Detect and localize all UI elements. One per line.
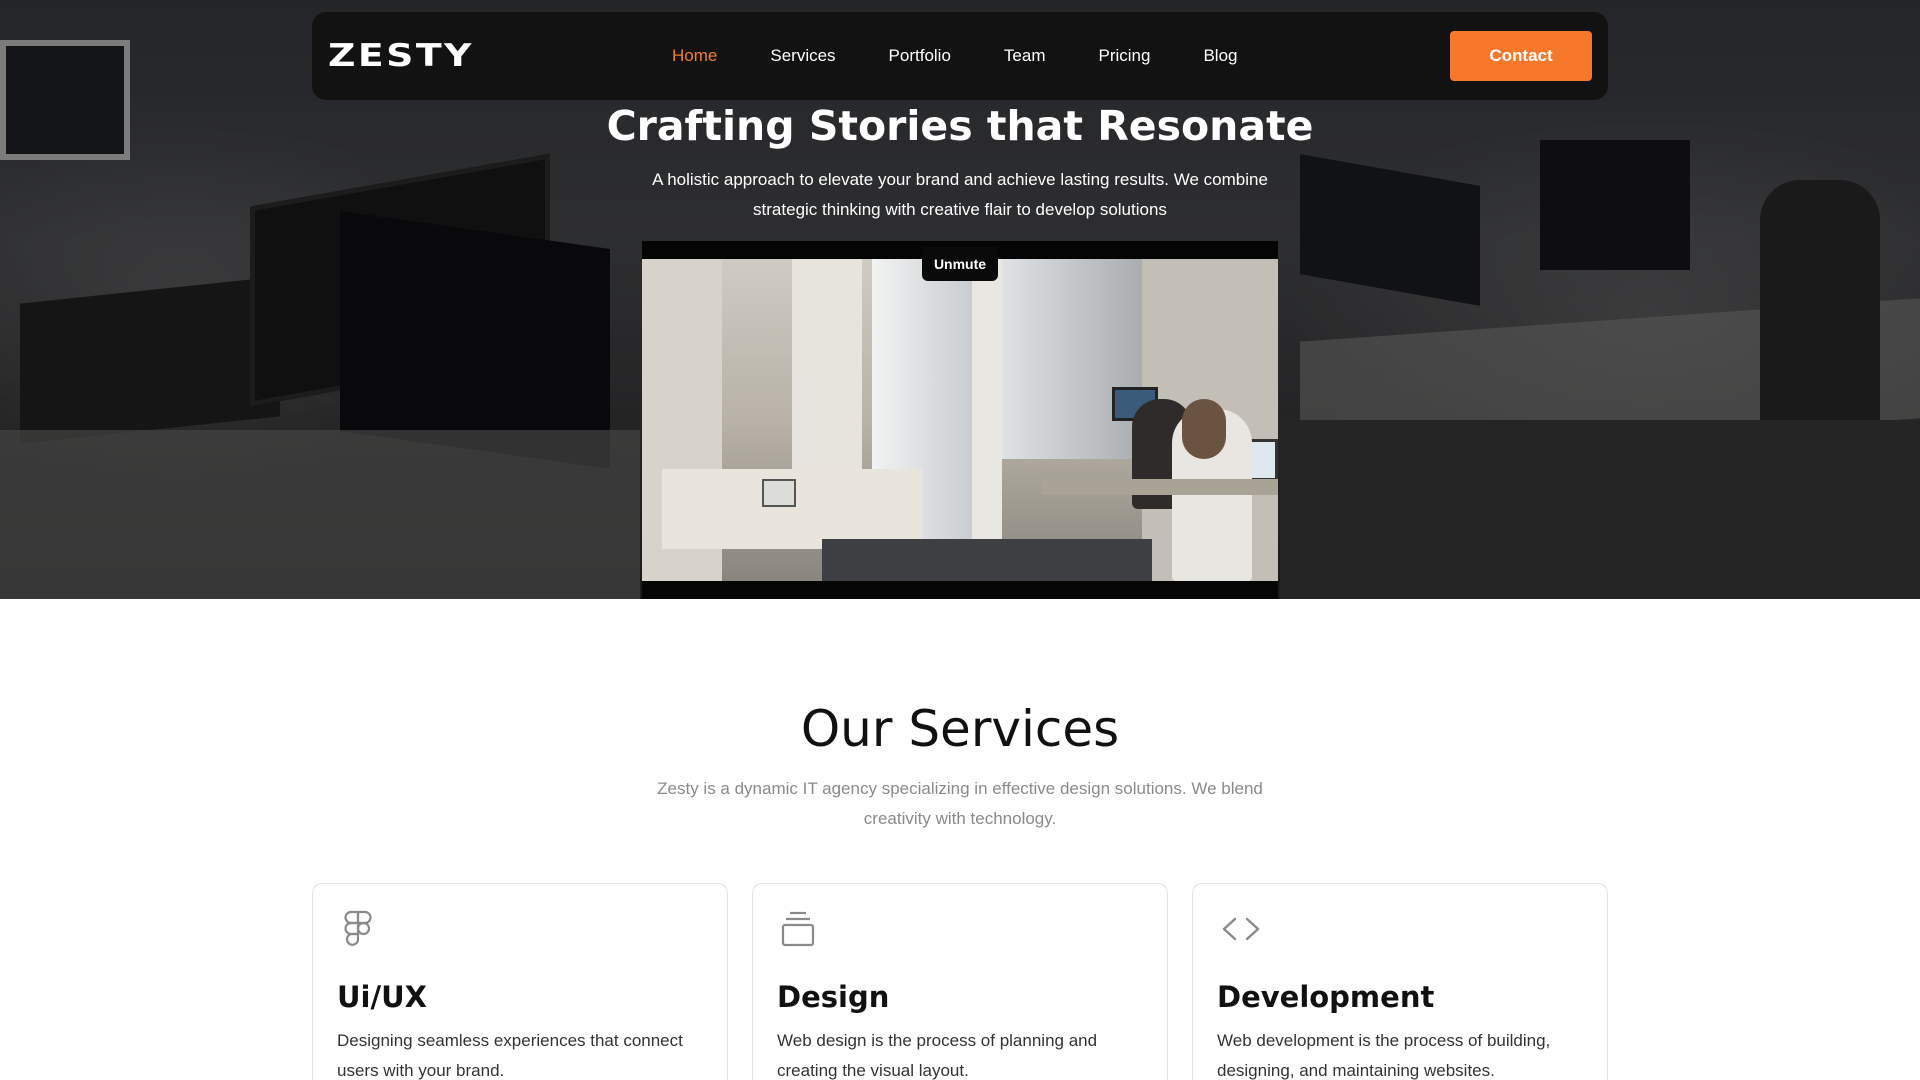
service-card-design[interactable]: Design Web design is the process of plan… <box>752 883 1168 1080</box>
hero-subtitle: A holistic approach to elevate your bran… <box>652 170 1268 219</box>
video-frame-image <box>642 259 1278 581</box>
service-card-uiux[interactable]: Ui/UX Designing seamless experiences tha… <box>312 883 728 1080</box>
card-title: Design <box>777 980 890 1014</box>
figma-icon <box>344 910 372 946</box>
card-description: Web design is the process of planning an… <box>777 1031 1098 1080</box>
contact-button[interactable]: Contact <box>1450 31 1592 81</box>
card-description: Web development is the process of buildi… <box>1217 1031 1551 1080</box>
card-title: Ui/UX <box>337 980 427 1014</box>
nav-links: Home Services Portfolio Team Pricing Blo… <box>672 12 1291 100</box>
hero-video-player[interactable]: Unmute <box>642 241 1278 599</box>
navbar: ZESTY Home Services Portfolio Team Prici… <box>312 12 1608 100</box>
hero-title: Crafting Stories that Resonate <box>606 102 1314 150</box>
nav-link-blog[interactable]: Blog <box>1203 46 1237 66</box>
services-subtitle: Zesty is a dynamic IT agency specializin… <box>657 779 1263 828</box>
nav-link-home[interactable]: Home <box>672 46 717 66</box>
nav-link-team[interactable]: Team <box>1004 46 1046 66</box>
brand-logo[interactable]: ZESTY <box>328 38 474 74</box>
nav-link-portfolio[interactable]: Portfolio <box>889 46 951 66</box>
hero-section: ZESTY Home Services Portfolio Team Prici… <box>0 0 1920 599</box>
service-card-development[interactable]: Development Web development is the proce… <box>1192 883 1608 1080</box>
code-icon <box>1222 917 1260 941</box>
unmute-button[interactable]: Unmute <box>922 247 998 281</box>
card-title: Development <box>1217 980 1435 1014</box>
nav-link-pricing[interactable]: Pricing <box>1099 46 1151 66</box>
layers-icon <box>781 911 815 947</box>
card-description: Designing seamless experiences that conn… <box>337 1031 683 1080</box>
services-title: Our Services <box>800 700 1120 758</box>
nav-link-services[interactable]: Services <box>770 46 835 66</box>
